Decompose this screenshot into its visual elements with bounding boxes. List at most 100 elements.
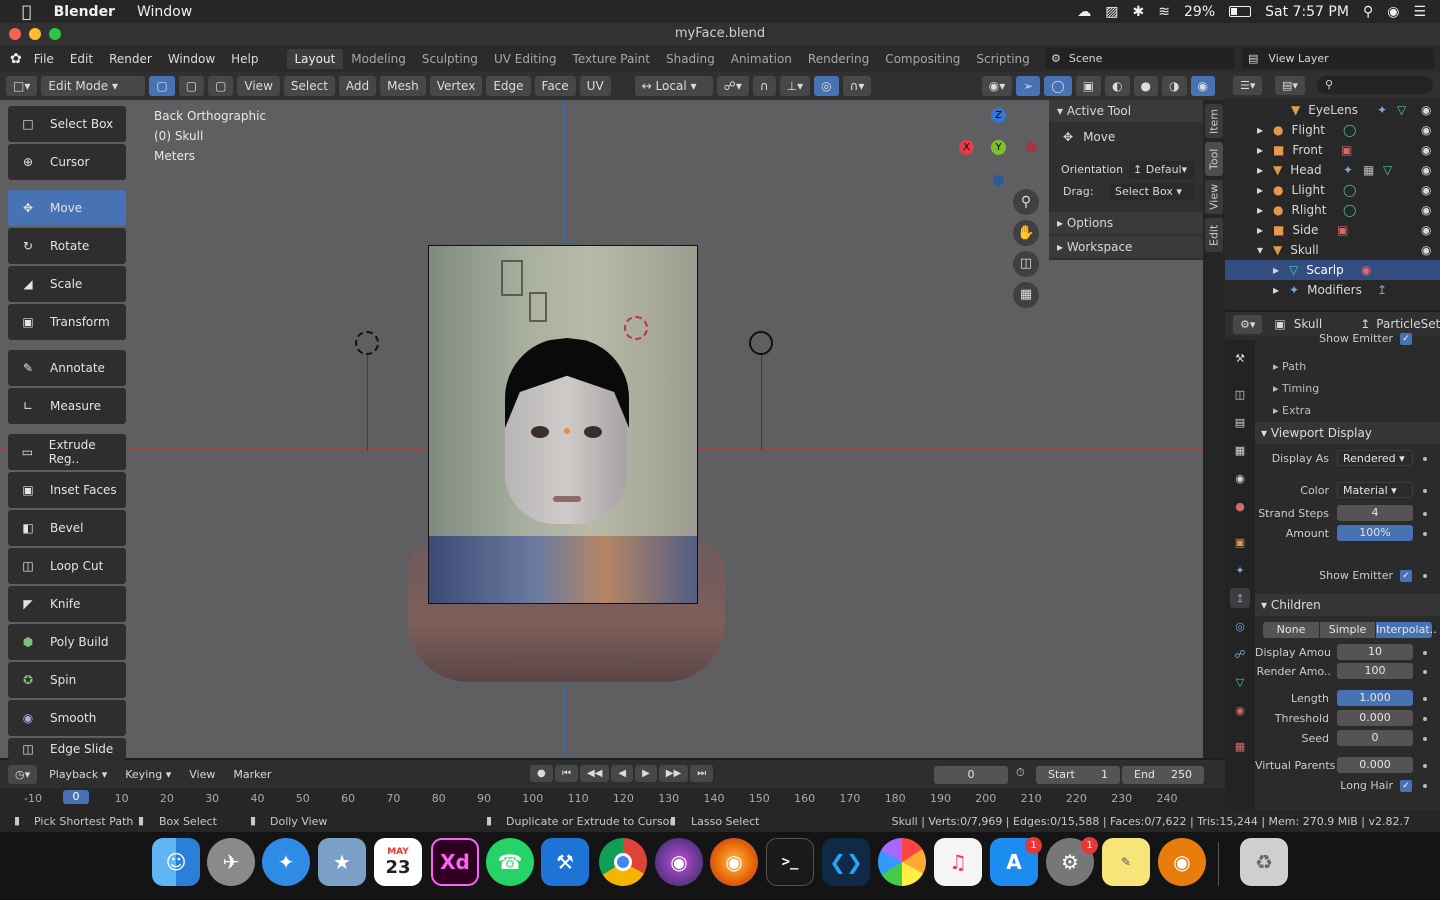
3d-viewport[interactable]: Back Orthographic (0) Skull Meters Z X Y… — [0, 100, 1203, 758]
visibility-eye-icon[interactable]: ◉ — [1421, 223, 1431, 237]
workspace-panel-header[interactable]: ▸ Workspace — [1049, 236, 1203, 258]
tool-bevel[interactable]: ◧ Bevel — [8, 510, 126, 546]
render-amount-field[interactable]: 100 — [1337, 663, 1413, 679]
path-subpanel[interactable]: ▸ Path — [1255, 360, 1440, 380]
visibility-eye-icon[interactable]: ◉ — [1421, 243, 1431, 257]
keyframe-dot[interactable] — [1423, 489, 1427, 493]
scene-selector[interactable]: ⚙ Scene — [1045, 48, 1235, 69]
length-field[interactable]: 1.000 — [1337, 690, 1413, 706]
blender-icon[interactable]: ◉ — [1158, 838, 1206, 886]
vertex-select-mode-button[interactable]: ▢ — [149, 76, 175, 96]
keyframe-dot[interactable] — [1423, 670, 1427, 674]
adobe-xd-icon[interactable]: Xd — [431, 838, 479, 886]
transform-orientation-select[interactable]: ↔ Local ▾ — [634, 76, 713, 96]
modifier-tab-icon[interactable]: ✦ — [1230, 560, 1250, 580]
end-frame-field[interactable]: End 250 — [1122, 766, 1204, 784]
face-select-mode-button[interactable]: ▢ — [208, 76, 234, 96]
outliner-row[interactable]: ▸ ■ Side ▣ ◉ — [1225, 220, 1440, 240]
axis-gizmo-z[interactable]: Z — [991, 108, 1006, 123]
visibility-icon[interactable]: ◉▾ — [981, 76, 1013, 96]
spotlight-icon[interactable]: ⚲ — [1363, 4, 1373, 20]
safari-icon[interactable]: ✦ — [262, 838, 310, 886]
tab-scripting[interactable]: Scripting — [968, 49, 1037, 69]
timeline-editor-type[interactable]: ◷▾ — [8, 764, 38, 784]
preview-icon[interactable]: ★ — [318, 838, 366, 886]
keying-menu[interactable]: Keying ▾ — [119, 768, 177, 781]
axis-gizmo-neg-x[interactable] — [1026, 142, 1037, 153]
particles-tab-icon[interactable]: ↥ — [1230, 588, 1250, 608]
viewport-display-panel[interactable]: ▾ Viewport Display — [1255, 422, 1440, 444]
menu-edge[interactable]: Edge — [486, 76, 531, 96]
calendar-icon[interactable]: MAY 23 — [374, 838, 422, 886]
outliner-row[interactable]: ▸ ✦ Modifiers ↥ — [1225, 280, 1440, 300]
jump-start-icon[interactable]: ⏮ — [555, 765, 578, 782]
tool-loop-cut[interactable]: ◫ Loop Cut — [8, 548, 126, 584]
tool-spin[interactable]: ✪ Spin — [8, 662, 126, 698]
creative-cloud-icon[interactable]: ☁ — [1077, 4, 1091, 20]
material-tab-icon[interactable]: ◉ — [1230, 700, 1250, 720]
shading-solid-icon[interactable]: ● — [1133, 76, 1159, 96]
tab-edit[interactable]: Edit — [1205, 218, 1223, 252]
outliner-row-selected[interactable]: ▸ ▽ Scarlp ◉ — [1225, 260, 1440, 280]
tab-item[interactable]: Item — [1205, 104, 1223, 138]
frame-ruler[interactable]: -10 10 20 30 40 50 60 70 80 90 100 110 120 130 140 150 1… — [0, 788, 1225, 810]
tab-animation[interactable]: Animation — [723, 49, 800, 69]
outliner-row[interactable]: ▸ ▼ Head ✦ ▦ ▽ ◉ — [1225, 160, 1440, 180]
edge-select-mode-button[interactable]: ▢ — [178, 76, 205, 96]
tab-uv-editing[interactable]: UV Editing — [486, 49, 565, 69]
apple-icon[interactable]:  — [22, 2, 32, 21]
keyframe-dot[interactable] — [1423, 737, 1427, 741]
outliner-row[interactable]: ▸ ● Flight ◯ ◉ — [1225, 120, 1440, 140]
keyframe-dot[interactable] — [1423, 697, 1427, 701]
visibility-eye-icon[interactable]: ◉ — [1421, 143, 1431, 157]
zoom-window-button[interactable] — [49, 28, 61, 40]
clock[interactable]: Sat 7:57 PM — [1265, 4, 1349, 20]
view-layer-selector[interactable]: ▤ View Layer — [1242, 48, 1434, 69]
shading-rendered-icon[interactable]: ◉ — [1190, 76, 1215, 96]
tool-measure[interactable]: ∟ Measure — [8, 388, 126, 424]
display-as-select[interactable]: Rendered ▾ — [1337, 450, 1413, 466]
battery-percent[interactable]: 29% — [1184, 4, 1215, 20]
menu-vertex[interactable]: Vertex — [429, 76, 483, 96]
tool-cursor[interactable]: ⊕ Cursor — [8, 144, 126, 180]
vscode-icon[interactable]: ❮❯ — [822, 838, 870, 886]
finder-icon[interactable]: ☺ — [152, 838, 200, 886]
falloff-icon[interactable]: ∩▾ — [842, 76, 872, 96]
child-simple-button[interactable]: Simple — [1320, 622, 1375, 638]
menu-window[interactable]: Window — [160, 52, 223, 66]
show-emitter-checkbox[interactable]: ✓ — [1400, 333, 1412, 345]
axis-gizmo-neg-z[interactable] — [993, 175, 1004, 186]
keyframe-dot[interactable] — [1423, 457, 1427, 461]
playback-menu[interactable]: Playback ▾ — [43, 768, 113, 781]
child-interpolated-button[interactable]: Interpolat.. — [1376, 622, 1437, 638]
start-frame-field[interactable]: Start 1 — [1036, 766, 1120, 784]
tool-annotate[interactable]: ✎ Annotate — [8, 350, 126, 386]
menu-mesh[interactable]: Mesh — [380, 76, 426, 96]
drive-icon[interactable]: ▨ — [1105, 4, 1118, 20]
menu-render[interactable]: Render — [101, 52, 160, 66]
tool-knife[interactable]: ◤ Knife — [8, 586, 126, 622]
photos-icon[interactable] — [878, 838, 926, 886]
xcode-icon[interactable]: ⚒ — [541, 838, 589, 886]
axis-gizmo-x[interactable]: X — [959, 140, 974, 155]
active-tool-header[interactable]: ▾ Active Tool — [1049, 100, 1203, 122]
world-tab-icon[interactable]: ● — [1230, 496, 1250, 516]
menu-view[interactable]: View — [237, 76, 280, 96]
app-menu[interactable]: Blender — [54, 4, 115, 20]
tab-sculpting[interactable]: Sculpting — [414, 49, 486, 69]
keyframe-dot[interactable] — [1423, 764, 1427, 768]
visibility-eye-icon[interactable]: ◉ — [1421, 203, 1431, 217]
options-panel-header[interactable]: ▸ Options — [1049, 212, 1203, 234]
object-tab-icon[interactable]: ▣ — [1230, 532, 1250, 552]
outliner-row[interactable]: ▸ ■ Front ▣ ◉ — [1225, 140, 1440, 160]
editor-type-button[interactable]: □▾ — [6, 76, 38, 96]
tab-view[interactable]: View — [1205, 180, 1223, 214]
keyframe-dot[interactable] — [1423, 717, 1427, 721]
play-reverse-icon[interactable]: ◀ — [611, 765, 634, 782]
axis-gizmo-y[interactable]: Y — [991, 140, 1006, 155]
terminal-icon[interactable]: >_ — [766, 838, 814, 886]
menu-edit[interactable]: Edit — [62, 52, 101, 66]
seed-field[interactable]: 0 — [1337, 730, 1413, 746]
constraints-tab-icon[interactable]: ☍ — [1230, 644, 1250, 664]
launchpad-icon[interactable]: ✈ — [207, 838, 255, 886]
